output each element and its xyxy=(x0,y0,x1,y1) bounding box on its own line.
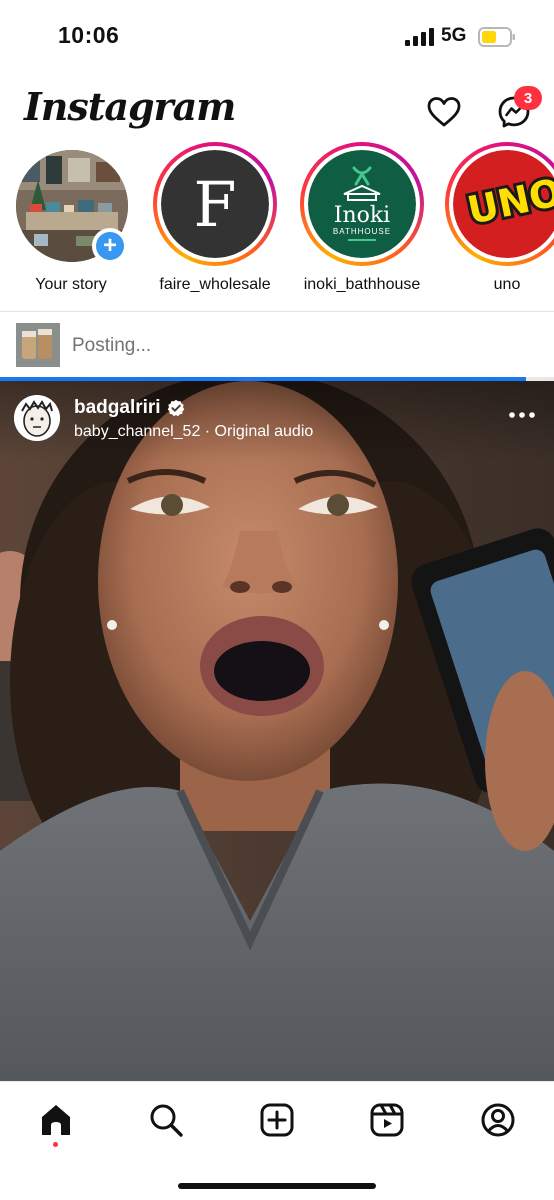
search-icon xyxy=(150,1104,183,1137)
inoki-avatar: Inoki BATHHOUSE xyxy=(308,150,416,258)
bottom-navigation xyxy=(0,1081,554,1200)
nav-search[interactable] xyxy=(144,1098,188,1142)
post-username-text: badgalriri xyxy=(74,397,161,418)
instagram-logo[interactable]: Instagram xyxy=(24,84,236,129)
nav-home[interactable] xyxy=(34,1098,78,1142)
inoki-logo-subtext: BATHHOUSE xyxy=(333,227,391,236)
story-label: Your story xyxy=(35,276,107,293)
inoki-logo-text: Inoki xyxy=(334,203,390,228)
active-tab-indicator xyxy=(53,1142,58,1147)
story-label: faire_wholesale xyxy=(159,276,271,293)
heart-icon xyxy=(427,97,461,127)
status-bar: 10:06 5G xyxy=(0,0,554,74)
messages-count-badge: 3 xyxy=(514,86,542,110)
home-indicator xyxy=(178,1183,376,1189)
profile-icon xyxy=(481,1103,515,1137)
faire-logo-text: F xyxy=(193,168,236,241)
reels-icon xyxy=(370,1103,404,1137)
posting-status-bar: Posting... xyxy=(0,311,554,377)
network-type: 5G xyxy=(441,25,467,46)
verified-icon xyxy=(167,399,184,417)
post-audio-info[interactable]: baby_channel_52 · Original audio xyxy=(74,423,313,441)
stories-tray: + Your story F faire_wholesale Inoki BAT… xyxy=(0,142,554,306)
add-story-button[interactable]: + xyxy=(92,228,128,264)
status-time: 10:06 xyxy=(58,22,120,48)
faire-avatar: F xyxy=(161,150,269,258)
story-uno[interactable]: UNO UNO uno xyxy=(440,142,554,306)
create-icon xyxy=(260,1103,294,1137)
story-ring: F xyxy=(153,142,277,266)
instagram-home-screen: 10:06 5G Instagram 3 + Your story F fair… xyxy=(0,0,554,1200)
battery-icon xyxy=(478,27,515,47)
story-inoki-bathhouse[interactable]: Inoki BATHHOUSE inoki_bathhouse xyxy=(295,142,429,306)
app-header: Instagram xyxy=(0,78,554,142)
story-label: inoki_bathhouse xyxy=(303,276,421,293)
post-author-avatar[interactable] xyxy=(14,395,60,441)
story-label: uno xyxy=(493,276,521,293)
story-ring: Inoki BATHHOUSE xyxy=(300,142,424,266)
posting-thumbnail xyxy=(16,323,60,367)
post-header: badgalriri baby_channel_52 · Original au… xyxy=(0,381,554,461)
more-options-icon[interactable] xyxy=(506,405,538,425)
post-username[interactable]: badgalriri xyxy=(74,397,185,419)
story-faire-wholesale[interactable]: F faire_wholesale xyxy=(148,142,282,306)
story-your-story[interactable]: + Your story xyxy=(0,142,134,306)
uno-avatar: UNO UNO xyxy=(453,150,554,258)
nav-reels[interactable] xyxy=(365,1098,409,1142)
feed-post[interactable]: badgalriri baby_channel_52 · Original au… xyxy=(0,381,554,1081)
home-icon xyxy=(42,1105,70,1135)
story-ring: UNO UNO xyxy=(445,142,554,266)
nav-profile[interactable] xyxy=(476,1098,520,1142)
signal-icon xyxy=(405,28,434,46)
post-video[interactable] xyxy=(0,381,554,1081)
nav-create[interactable] xyxy=(255,1098,299,1142)
notifications-button[interactable] xyxy=(424,92,464,132)
posting-text: Posting... xyxy=(72,335,152,356)
